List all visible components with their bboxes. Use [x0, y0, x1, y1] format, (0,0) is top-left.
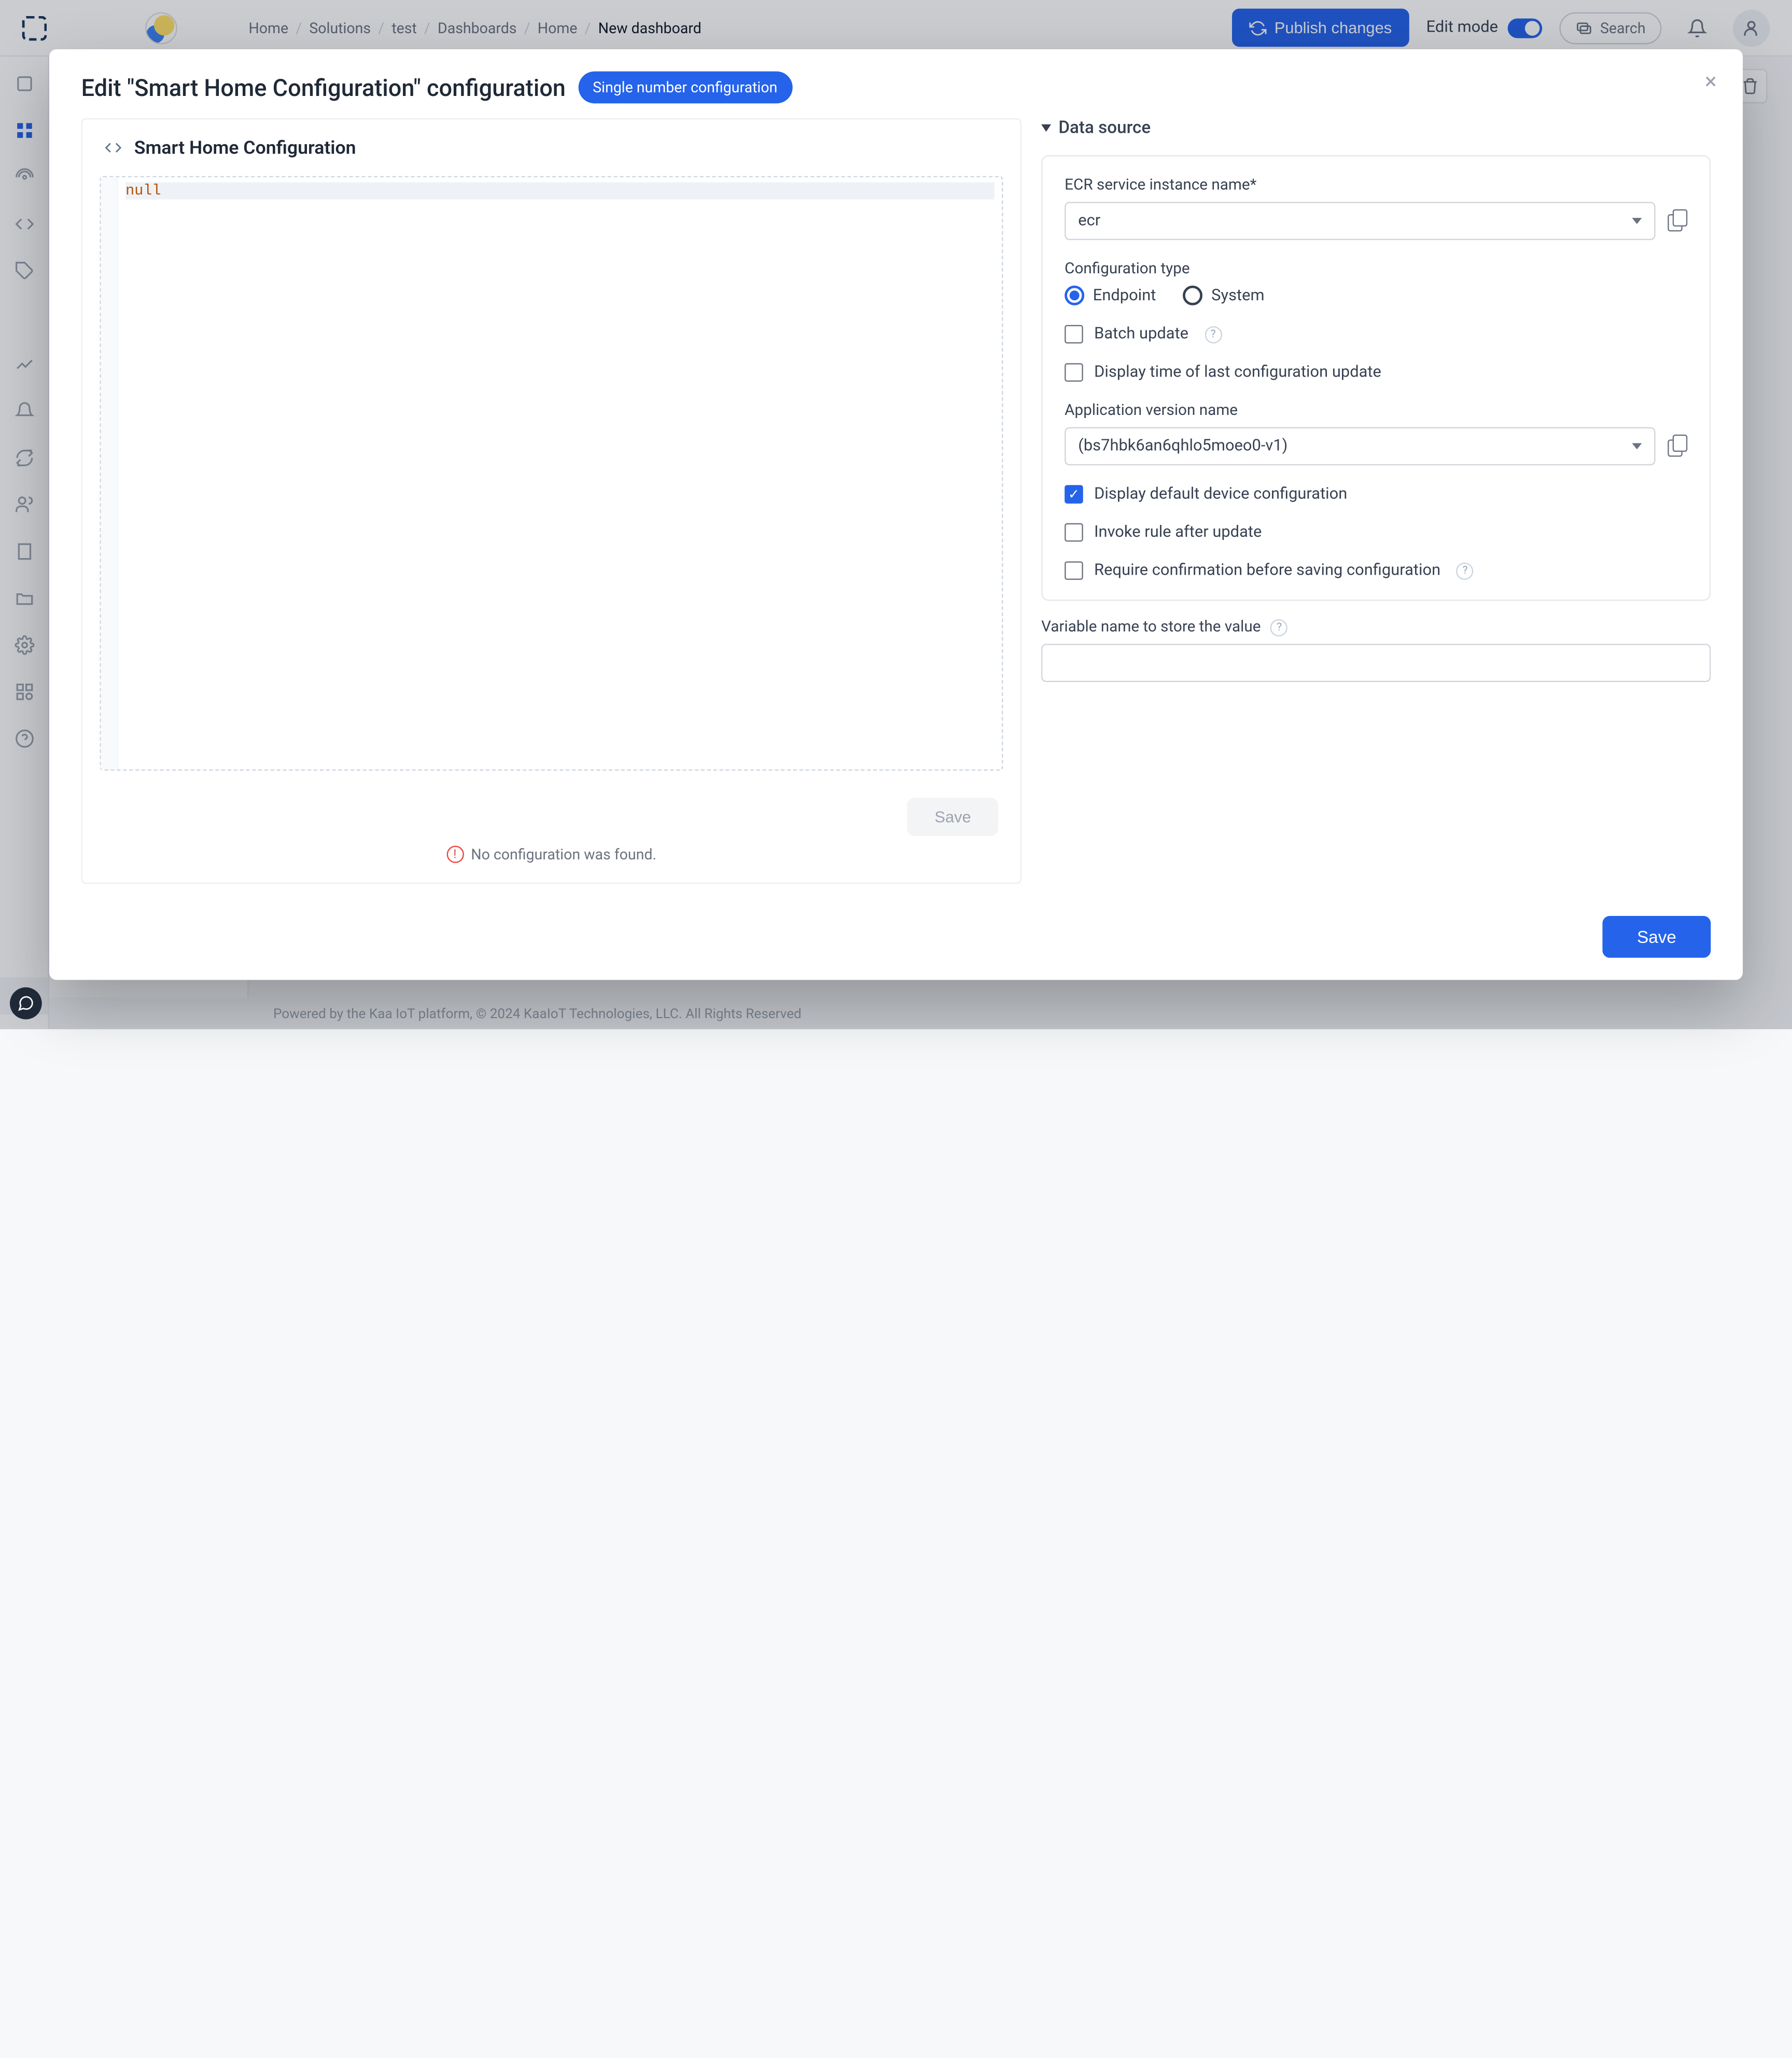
ecr-label: ECR service instance name* [1065, 176, 1687, 194]
radio-endpoint[interactable]: Endpoint [1065, 286, 1156, 305]
close-icon[interactable]: × [1696, 66, 1726, 96]
checkbox-unchecked-icon [1065, 523, 1083, 542]
chat-support-icon[interactable] [10, 988, 42, 1020]
invoke-rule-label: Invoke rule after update [1094, 523, 1262, 542]
ecr-select[interactable]: ecr [1065, 202, 1655, 240]
error-icon: ! [446, 846, 464, 863]
radio-system[interactable]: System [1183, 286, 1265, 305]
widget-type-badge: Single number configuration [578, 72, 792, 104]
data-source-header: Data source [1058, 118, 1151, 138]
checkbox-checked-icon: ✓ [1065, 485, 1083, 504]
batch-update-label: Batch update [1094, 325, 1188, 344]
error-message-row: ! No configuration was found. [446, 846, 656, 863]
ecr-select-value: ecr [1078, 212, 1100, 230]
radio-endpoint-label: Endpoint [1093, 286, 1156, 305]
data-source-section-toggle[interactable]: Data source [1041, 118, 1711, 138]
app-version-select[interactable]: (bs7hbk6an6qhlo5moeo0-v1) [1065, 427, 1655, 466]
modal-title: Edit "Smart Home Configuration" configur… [81, 73, 566, 102]
copy-icon[interactable] [1668, 211, 1687, 231]
config-panel-title: Smart Home Configuration [134, 136, 356, 159]
help-icon[interactable]: ? [1205, 326, 1222, 343]
display-time-checkbox[interactable]: Display time of last configuration updat… [1065, 363, 1687, 382]
app-version-value: (bs7hbk6an6qhlo5moeo0-v1) [1078, 437, 1287, 456]
variable-name-label: Variable name to store the value ? [1041, 618, 1711, 637]
modal-save-button[interactable]: Save [1603, 916, 1711, 958]
help-icon[interactable]: ? [1270, 619, 1287, 636]
app-version-label: Application version name [1065, 401, 1687, 420]
copy-icon[interactable] [1668, 436, 1687, 456]
error-message: No configuration was found. [471, 846, 656, 863]
radio-unchecked-icon [1183, 286, 1203, 305]
display-default-label: Display default device configuration [1094, 485, 1347, 504]
checkbox-unchecked-icon [1065, 325, 1083, 344]
code-icon [105, 139, 122, 156]
caret-down-icon [1632, 443, 1642, 450]
json-editor[interactable]: null [100, 176, 1003, 770]
invoke-rule-checkbox[interactable]: Invoke rule after update [1065, 523, 1687, 542]
radio-checked-icon [1065, 286, 1084, 305]
editor-gutter [101, 177, 118, 770]
display-time-label: Display time of last configuration updat… [1094, 363, 1381, 382]
editor-save-button[interactable]: Save [907, 798, 998, 836]
variable-name-input[interactable] [1041, 644, 1711, 682]
code-value: null [125, 182, 161, 199]
require-confirm-checkbox[interactable]: Require confirmation before saving confi… [1065, 561, 1687, 580]
config-editor-panel: Smart Home Configuration null Save ! No … [81, 118, 1021, 884]
edit-config-modal: × Edit "Smart Home Configuration" config… [49, 49, 1743, 980]
chevron-down-icon [1041, 124, 1051, 132]
radio-system-label: System [1211, 286, 1264, 305]
checkbox-unchecked-icon [1065, 363, 1083, 382]
data-source-panel: Data source ECR service instance name* e… [1041, 118, 1711, 884]
caret-down-icon [1632, 218, 1642, 224]
data-source-form: ECR service instance name* ecr Configura… [1041, 155, 1711, 601]
display-default-checkbox[interactable]: ✓ Display default device configuration [1065, 485, 1687, 504]
help-icon[interactable]: ? [1457, 562, 1474, 579]
require-confirm-label: Require confirmation before saving confi… [1094, 561, 1440, 580]
batch-update-checkbox[interactable]: Batch update ? [1065, 325, 1687, 344]
config-type-label: Configuration type [1065, 260, 1687, 279]
checkbox-unchecked-icon [1065, 561, 1083, 580]
